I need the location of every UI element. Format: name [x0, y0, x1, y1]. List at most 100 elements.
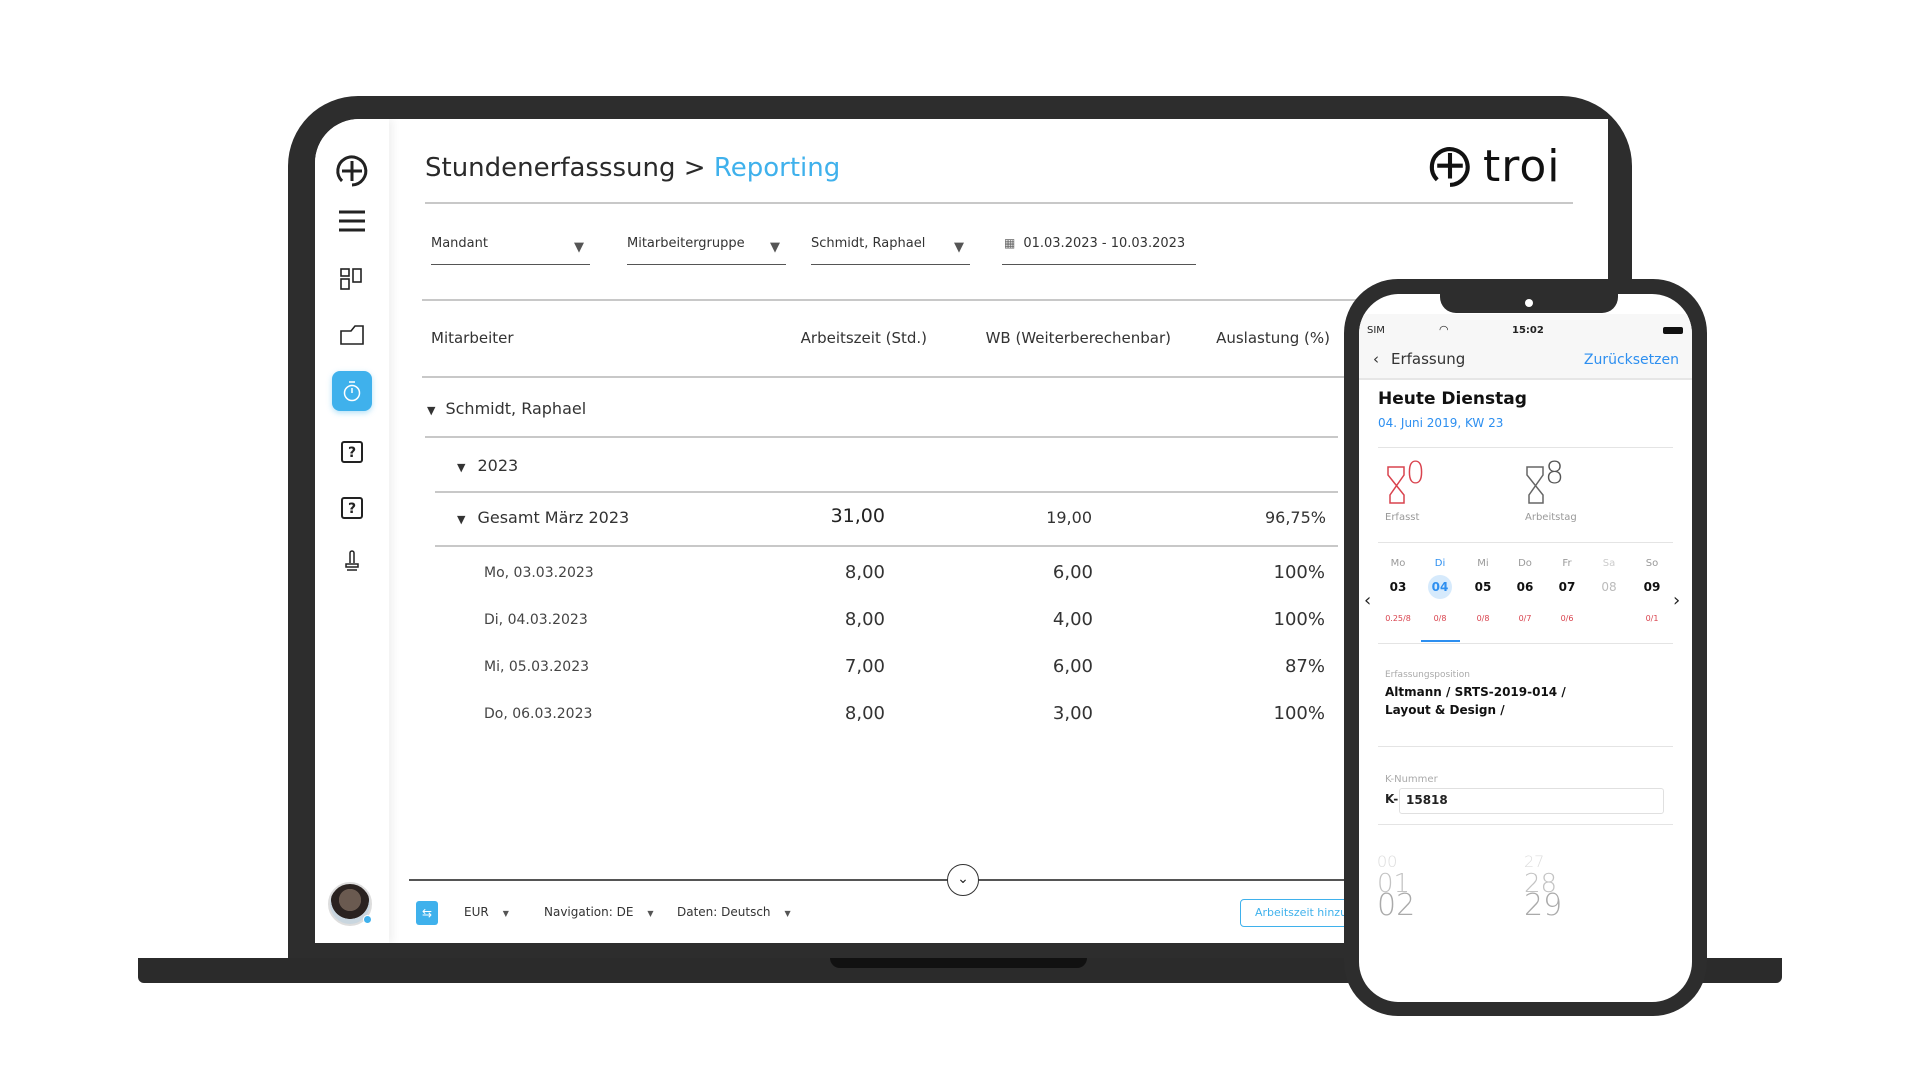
knummer-prefix: K- — [1385, 792, 1399, 806]
employee-group-row[interactable]: ▼ Schmidt, Raphael — [427, 399, 586, 418]
stopwatch-icon — [343, 381, 361, 402]
carrier-label: SIM — [1367, 325, 1385, 336]
prev-week-button[interactable]: ‹ — [1364, 590, 1371, 611]
row-arbeitszeit: 7,00 — [844, 656, 885, 677]
sidebar-folder[interactable] — [332, 315, 372, 355]
hourglass-red-icon — [1387, 466, 1405, 504]
dropdown-arrow-icon: ▼ — [770, 240, 780, 255]
sidebar: ? ? — [315, 119, 389, 943]
breadcrumb-parent[interactable]: Stundenerfasssung — [425, 153, 676, 183]
sidebar-dashboard[interactable] — [332, 259, 372, 299]
arbeitstag-value: 8 — [1545, 456, 1565, 491]
dropdown-arrow-icon: ▼ — [574, 240, 584, 255]
knummer-input[interactable]: 15818 — [1399, 788, 1664, 814]
troi-logo-icon — [1429, 146, 1470, 187]
collapse-triangle-icon: ▼ — [457, 513, 466, 526]
divider — [435, 491, 1338, 493]
row-wb: 6,00 — [1052, 656, 1093, 677]
divider — [1378, 643, 1673, 644]
menu-icon — [339, 210, 365, 232]
help-icon: ? — [341, 497, 363, 519]
weekday-label: Fr — [1562, 558, 1572, 569]
row-auslastung: 87% — [1284, 656, 1325, 677]
dropdown-arrow-icon: ▼ — [784, 909, 791, 918]
row-wb: 4,00 — [1052, 609, 1093, 630]
minute-picker[interactable]: 27 28 29 — [1524, 851, 1562, 921]
weekday-label: Mo — [1390, 558, 1406, 569]
navigation-language-dropdown[interactable]: Navigation: DE ▼ — [544, 905, 654, 919]
folder-icon — [340, 325, 364, 345]
weekday-label: Di — [1434, 558, 1446, 569]
data-language-dropdown[interactable]: Daten: Deutsch ▼ — [677, 905, 791, 919]
erfasst-label: Erfasst — [1385, 512, 1420, 523]
week-day[interactable]: Mi 05 0/8 — [1463, 558, 1503, 623]
mitarbeiter-dropdown[interactable]: Schmidt, Raphael ▼ — [811, 236, 970, 265]
year-group-row[interactable]: ▼ 2023 — [457, 456, 518, 475]
weekday-label: So — [1645, 558, 1659, 569]
divider — [1378, 447, 1673, 448]
mandant-dropdown[interactable]: Mandant ▼ — [431, 236, 590, 265]
divider — [435, 545, 1338, 547]
online-indicator — [363, 915, 372, 924]
col-header-auslastung[interactable]: Auslastung (%) — [1216, 329, 1330, 347]
week-day[interactable]: Fr 07 0/6 — [1547, 558, 1587, 623]
sidebar-stamp[interactable] — [332, 540, 372, 580]
stamp-icon — [345, 550, 359, 571]
sidebar-menu[interactable] — [332, 201, 372, 241]
day-number: 07 — [1558, 580, 1576, 594]
chevron-right-icon: › — [1673, 590, 1681, 611]
mitarbeitergruppe-dropdown[interactable]: Mitarbeitergruppe ▼ — [627, 236, 786, 265]
hour-picker[interactable]: 00 01 02 — [1377, 851, 1415, 921]
row-auslastung: 100% — [1273, 609, 1325, 630]
sidebar-stopwatch[interactable] — [332, 371, 372, 411]
battery-icon — [1663, 327, 1683, 334]
divider — [1378, 824, 1673, 825]
day-ratio: 0/1 — [1645, 614, 1659, 623]
sidebar-add[interactable] — [332, 151, 372, 191]
knummer-label: K-Nummer — [1385, 774, 1438, 785]
logo-text: troi — [1483, 141, 1561, 192]
dropdown-arrow-icon: ▼ — [954, 240, 964, 255]
col-header-mitarbeiter[interactable]: Mitarbeiter — [431, 329, 514, 347]
dropdown-arrow-icon: ▼ — [502, 909, 509, 918]
week-day[interactable]: Di 04 0/8 — [1420, 558, 1460, 623]
row-arbeitszeit: 8,00 — [844, 562, 885, 583]
sidebar-help-2[interactable]: ? — [332, 488, 372, 528]
divider — [1378, 746, 1673, 747]
employee-name: Schmidt, Raphael — [445, 399, 587, 418]
status-time: 15:02 — [1512, 325, 1544, 336]
day-number: 06 — [1516, 580, 1534, 594]
day-number: 09 — [1643, 580, 1661, 594]
back-button[interactable]: ‹ Erfassung — [1373, 350, 1465, 368]
row-wb: 3,00 — [1052, 703, 1093, 724]
swap-button[interactable]: ⇆ — [416, 901, 438, 925]
reset-button[interactable]: Zurücksetzen — [1584, 352, 1679, 368]
chevron-left-icon: ‹ — [1373, 350, 1379, 368]
week-day[interactable]: Do 06 0/7 — [1505, 558, 1545, 623]
hourglass-grey-icon — [1526, 466, 1544, 504]
position-line1: Altmann / SRTS-2019-014 / — [1385, 685, 1566, 699]
daterange-picker[interactable]: ▦ 01.03.2023 - 10.03.2023 — [1002, 236, 1196, 265]
row-date: Di, 04.03.2023 — [484, 612, 588, 628]
breadcrumb: Stundenerfasssung > Reporting — [425, 153, 840, 183]
dropdown-arrow-icon: ▼ — [647, 909, 654, 918]
day-ratio: 0/8 — [1433, 614, 1447, 623]
next-week-button[interactable]: › — [1673, 590, 1680, 611]
col-header-arbeitszeit[interactable]: Arbeitszeit (Std.) — [801, 329, 927, 347]
currency-dropdown[interactable]: EUR ▼ — [464, 905, 509, 919]
daterange-value: 01.03.2023 - 10.03.2023 — [1023, 236, 1186, 251]
col-header-wb[interactable]: WB (Weiterberechenbar) — [986, 329, 1171, 347]
phone-frame: SIM ◠ 15:02 ‹ Erfassung Zurücksetzen Heut… — [1344, 279, 1707, 1016]
week-day[interactable]: Mo 03 0.25/8 — [1378, 558, 1418, 623]
expand-chevron-button[interactable]: ⌄ — [947, 864, 979, 896]
week-day[interactable]: Sa 08 — [1589, 558, 1629, 614]
position-label: Erfassungsposition — [1385, 670, 1470, 680]
picker-hour: 01 — [1377, 869, 1411, 899]
row-auslastung: 100% — [1273, 703, 1325, 724]
day-number: 04 — [1428, 575, 1452, 599]
day-ratio: 0/7 — [1518, 614, 1532, 623]
week-day[interactable]: So 09 0/1 — [1632, 558, 1672, 623]
picker-minute: 28 — [1524, 869, 1558, 899]
row-date: Mo, 03.03.2023 — [484, 565, 594, 581]
sidebar-help-1[interactable]: ? — [332, 432, 372, 472]
